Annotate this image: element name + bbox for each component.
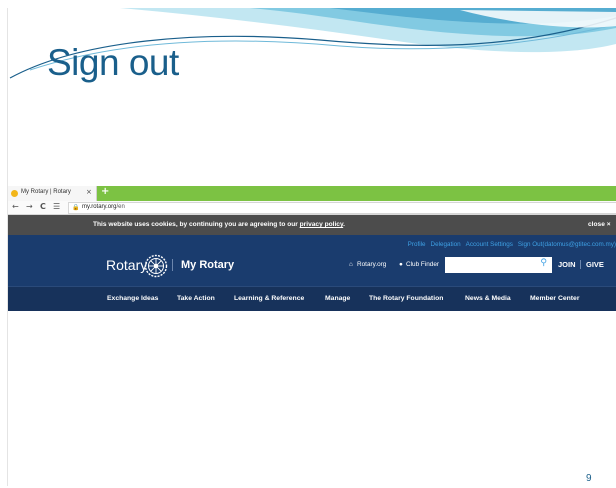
- lock-icon: 🔒: [72, 204, 80, 211]
- cookie-text-before: This website uses cookies, by continuing…: [93, 221, 300, 228]
- rotary-wheel-icon[interactable]: [144, 254, 168, 278]
- home-icon: ⌂: [349, 261, 353, 268]
- reload-icon[interactable]: C: [40, 202, 46, 211]
- forward-icon[interactable]: →: [26, 202, 33, 211]
- browser-toolbar: ← → C ☰ 🔒 my.rotary.org/en: [8, 201, 616, 215]
- menu-icon[interactable]: ☰: [53, 202, 60, 211]
- cookie-banner: This website uses cookies, by continuing…: [8, 215, 616, 235]
- browser-tab[interactable]: My Rotary | Rotary ×: [8, 186, 97, 201]
- tab-bar: My Rotary | Rotary × +: [8, 186, 616, 201]
- plus-icon: +: [101, 186, 110, 197]
- cookie-close-button[interactable]: close ×: [588, 221, 611, 228]
- nav-member-center[interactable]: Member Center: [530, 295, 579, 302]
- nav-learning-reference[interactable]: Learning & Reference: [234, 295, 304, 302]
- browser-screenshot: My Rotary | Rotary × + ← → C ☰ 🔒 my.rota…: [8, 186, 616, 312]
- sign-out-link[interactable]: Sign Out(datomus@gtitec.com.my): [518, 241, 616, 248]
- privacy-policy-link[interactable]: privacy policy: [300, 221, 344, 228]
- slide-title: Sign out: [47, 42, 179, 83]
- utility-links: Profile Delegation Account Settings Sign Ou…: [403, 241, 616, 248]
- site-header: Profile Delegation Account Settings Sign Ou…: [8, 235, 616, 286]
- rotary-org-link[interactable]: Rotary.org: [357, 261, 386, 268]
- cookie-message: This website uses cookies, by continuing…: [93, 221, 345, 228]
- join-give-divider: [580, 260, 581, 269]
- rotary-logo-text[interactable]: Rotary: [106, 257, 147, 273]
- new-tab-button[interactable]: +: [97, 186, 616, 201]
- search-icon[interactable]: ⚲: [540, 258, 547, 268]
- address-bar[interactable]: 🔒 my.rotary.org/en: [68, 202, 616, 214]
- club-finder-link[interactable]: Club Finder: [406, 261, 439, 268]
- search-input[interactable]: ⚲: [445, 257, 552, 273]
- url-path: /en: [116, 204, 125, 210]
- profile-link[interactable]: Profile: [408, 241, 426, 248]
- map-pin-icon: ●: [399, 261, 403, 268]
- rotary-favicon-icon: [11, 190, 18, 197]
- nav-rotary-foundation[interactable]: The Rotary Foundation: [369, 295, 443, 302]
- delegation-link[interactable]: Delegation: [431, 241, 461, 248]
- join-button[interactable]: JOIN: [558, 260, 576, 269]
- main-nav: Exchange Ideas Take Action Learning & Re…: [8, 286, 616, 311]
- nav-manage[interactable]: Manage: [325, 295, 350, 302]
- url-host: my.rotary.org: [82, 204, 117, 210]
- slide: Sign out My Rotary | Rotary × + ← → C ☰ …: [0, 0, 616, 488]
- nav-exchange-ideas[interactable]: Exchange Ideas: [107, 295, 158, 302]
- header-divider: [172, 259, 173, 271]
- tab-close-icon[interactable]: ×: [86, 188, 92, 196]
- nav-take-action[interactable]: Take Action: [177, 295, 215, 302]
- tab-title: My Rotary | Rotary: [21, 189, 71, 195]
- page-number: 9: [586, 473, 592, 484]
- account-settings-link[interactable]: Account Settings: [466, 241, 513, 248]
- back-icon[interactable]: ←: [12, 202, 19, 211]
- my-rotary-title[interactable]: My Rotary: [181, 259, 234, 271]
- url-text: my.rotary.org/en: [82, 204, 125, 210]
- give-button[interactable]: GIVE: [586, 260, 604, 269]
- cookie-text-after: .: [343, 221, 345, 228]
- nav-news-media[interactable]: News & Media: [465, 295, 511, 302]
